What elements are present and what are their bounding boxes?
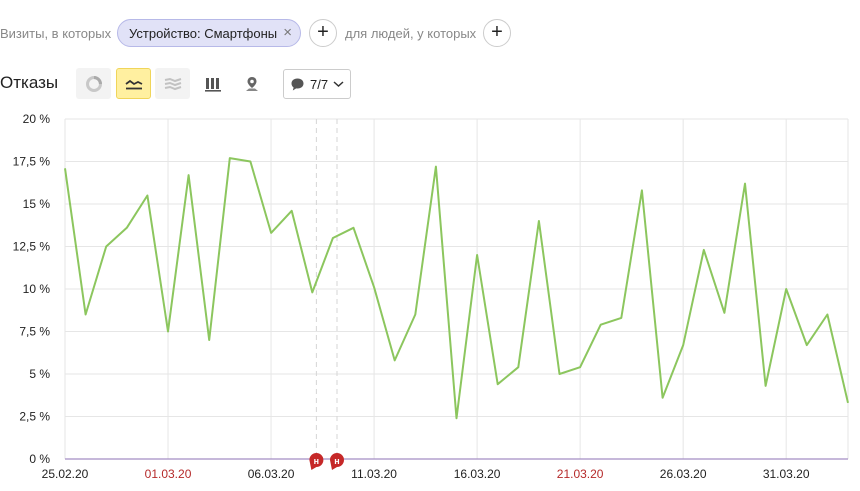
data-point xyxy=(269,231,273,235)
y-tick-label: 2,5 % xyxy=(19,410,50,424)
pie-chart-icon xyxy=(85,75,102,92)
visits-filter-label: Визиты, в которых xyxy=(0,26,112,41)
data-point xyxy=(455,416,459,420)
data-point xyxy=(104,245,108,249)
map-button[interactable] xyxy=(234,68,269,99)
data-point xyxy=(331,236,335,240)
annotation-marker-label: н xyxy=(314,456,319,466)
x-tick-label: 21.03.20 xyxy=(557,467,604,481)
area-chart-button[interactable] xyxy=(155,68,190,99)
line-chart-icon xyxy=(124,79,142,89)
data-point xyxy=(681,343,685,347)
annotations-count: 7/7 xyxy=(310,76,329,92)
data-point xyxy=(434,165,438,169)
annotation-marker-label: н xyxy=(334,456,339,466)
y-tick-label: 20 % xyxy=(23,112,51,126)
data-point xyxy=(619,316,623,320)
data-point xyxy=(413,313,417,317)
data-point xyxy=(537,219,541,223)
data-point xyxy=(743,182,747,186)
comment-icon xyxy=(291,78,304,90)
data-point xyxy=(63,166,67,170)
x-tick-label: 16.03.20 xyxy=(454,467,501,481)
x-tick-label: 31.03.20 xyxy=(763,467,810,481)
data-point xyxy=(661,396,665,400)
data-point xyxy=(166,330,170,334)
plus-icon: + xyxy=(317,21,329,43)
data-point xyxy=(764,384,768,388)
data-point xyxy=(702,248,706,252)
map-pin-icon xyxy=(245,76,258,91)
y-tick-label: 10 % xyxy=(23,282,51,296)
data-point xyxy=(578,365,582,369)
data-point xyxy=(372,285,376,289)
add-visit-condition-button[interactable]: + xyxy=(309,19,337,47)
bar-chart-icon xyxy=(204,77,221,92)
data-point xyxy=(640,188,644,192)
data-point xyxy=(722,311,726,315)
data-point xyxy=(145,194,149,198)
y-tick-label: 7,5 % xyxy=(19,325,50,339)
data-point xyxy=(516,365,520,369)
people-filter-label: для людей, у которых xyxy=(345,26,477,41)
data-point xyxy=(846,401,850,405)
data-point xyxy=(351,226,355,230)
data-point xyxy=(496,382,500,386)
data-point xyxy=(393,358,397,362)
y-tick-label: 12,5 % xyxy=(13,240,51,254)
data-point xyxy=(805,343,809,347)
close-icon[interactable]: × xyxy=(283,25,292,41)
y-tick-label: 15 % xyxy=(23,197,51,211)
data-point xyxy=(599,323,603,327)
x-tick-label: 01.03.20 xyxy=(145,467,192,481)
data-point xyxy=(207,338,211,342)
line-chart-button[interactable] xyxy=(116,68,151,99)
data-point xyxy=(248,160,252,164)
y-tick-label: 5 % xyxy=(29,367,50,381)
data-point xyxy=(187,173,191,177)
pie-chart-button[interactable] xyxy=(76,68,111,99)
x-tick-label: 11.03.20 xyxy=(351,467,397,481)
page-title: Отказы xyxy=(0,73,59,92)
data-point xyxy=(784,287,788,291)
data-point xyxy=(125,226,129,230)
data-point xyxy=(310,290,314,294)
plus-icon: + xyxy=(491,21,503,43)
segment-filter-row: Визиты, в которых Устройство: Смартфоны … xyxy=(0,18,860,50)
data-point xyxy=(228,156,232,160)
y-tick-label: 0 % xyxy=(29,452,50,466)
bounce-rate-series-line xyxy=(64,157,849,420)
area-chart-icon xyxy=(164,77,181,90)
data-point xyxy=(84,313,88,317)
annotations-dropdown[interactable]: 7/7 xyxy=(283,69,351,99)
bar-chart-button[interactable] xyxy=(195,68,230,99)
chevron-down-icon xyxy=(333,81,344,88)
data-point xyxy=(558,372,562,376)
add-people-condition-button[interactable]: + xyxy=(483,19,511,47)
x-tick-label: 25.02.20 xyxy=(42,467,89,481)
y-tick-label: 17,5 % xyxy=(13,155,51,169)
device-filter-chip[interactable]: Устройство: Смартфоны × xyxy=(117,19,301,47)
x-tick-label: 26.03.20 xyxy=(660,467,707,481)
data-point xyxy=(290,209,294,213)
data-point xyxy=(475,253,479,257)
bounce-rate-line-chart: 0 % 2,5 % 5 % 7,5 % 10 % 12,5 % 15 % 17,5 % 20 %… xyxy=(13,112,850,481)
x-tick-label: 06.03.20 xyxy=(248,467,295,481)
data-point xyxy=(825,313,829,317)
device-filter-chip-label: Устройство: Смартфоны xyxy=(129,25,278,41)
